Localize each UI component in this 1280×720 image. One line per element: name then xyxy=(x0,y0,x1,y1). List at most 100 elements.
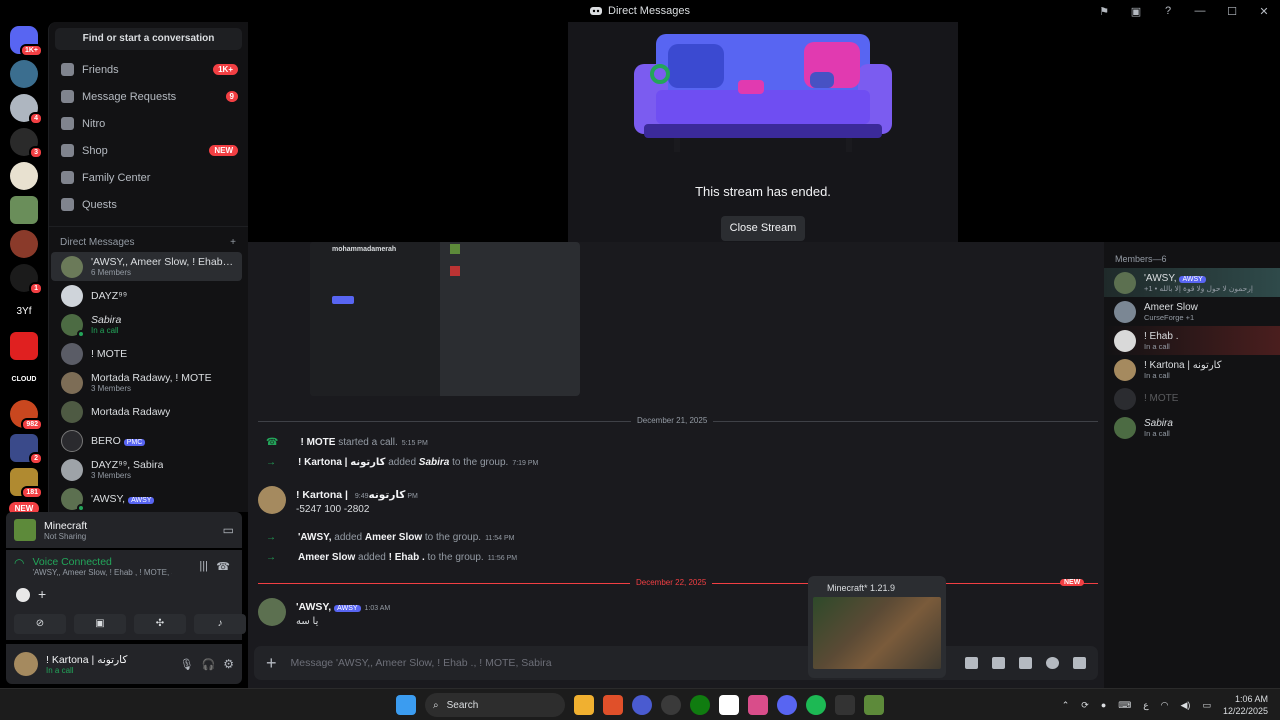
clock-time: 1:06 AM xyxy=(1234,694,1268,704)
app-icon[interactable] xyxy=(632,695,652,715)
xbox-icon[interactable] xyxy=(690,695,710,715)
dm-item[interactable]: DAYZ⁹⁹, Sabira 3 Members xyxy=(51,455,242,484)
avatar[interactable] xyxy=(14,652,38,676)
find-conversation-button[interactable]: Find or start a conversation xyxy=(55,28,242,50)
avatar[interactable] xyxy=(258,598,286,626)
new-messages-badge: NEW xyxy=(1060,579,1085,586)
maximize-button[interactable]: ☐ xyxy=(1216,5,1248,18)
screen-share-button[interactable]: ▣ xyxy=(74,614,126,634)
server-icon[interactable]: 1 xyxy=(10,264,43,295)
dm-item[interactable]: 'AWSY, AWSY xyxy=(51,484,242,512)
nav-quests[interactable]: Quests xyxy=(49,191,248,218)
inbox-flag-icon[interactable]: ⚑ xyxy=(1088,5,1120,18)
server-icon[interactable] xyxy=(10,230,38,258)
settings-gear-icon[interactable]: ⚙ xyxy=(223,657,234,671)
capcut-icon[interactable] xyxy=(719,695,739,715)
voice-connected-label: Voice Connected xyxy=(32,556,112,568)
chevron-up-icon[interactable]: ⌃ xyxy=(1062,700,1070,711)
app-icon[interactable] xyxy=(748,695,768,715)
server-icon[interactable] xyxy=(10,196,38,224)
create-dm-button[interactable]: + xyxy=(230,237,236,248)
activities-button[interactable]: ✣ xyxy=(134,614,186,634)
server-icon[interactable]: 4 xyxy=(10,94,43,125)
message-author[interactable]: 'AWSY, xyxy=(296,601,331,613)
gift-icon[interactable] xyxy=(965,657,978,669)
screen-icon[interactable]: ▣ xyxy=(1120,5,1152,18)
file-explorer-icon[interactable] xyxy=(574,695,594,715)
dm-item[interactable]: 'AWSY,, Ameer Slow, ! Ehab , ... 6 Member… xyxy=(51,252,242,281)
keyboard-icon[interactable]: ⌨ xyxy=(1118,700,1131,711)
apps-icon[interactable] xyxy=(1073,657,1086,669)
dm-item[interactable]: Mortada Radawy, ! MOTE 3 Members xyxy=(51,368,242,397)
dm-item[interactable]: BERO PMC xyxy=(51,426,242,455)
home-button[interactable]: 1K+ xyxy=(10,26,43,57)
server-icon[interactable]: 3 xyxy=(10,128,43,159)
avatar[interactable] xyxy=(258,486,286,514)
noise-suppression-icon[interactable]: ||| xyxy=(199,560,208,572)
close-stream-button[interactable]: Close Stream xyxy=(721,216,805,241)
disconnect-icon[interactable]: ☎ xyxy=(216,560,230,573)
wifi-icon[interactable]: ◠ xyxy=(1161,700,1169,711)
share-screen-icon[interactable]: ▭ xyxy=(223,523,234,537)
search-label: Search xyxy=(446,699,479,711)
embedded-screenshot[interactable]: mohammadamerah xyxy=(310,242,580,396)
gif-icon[interactable] xyxy=(992,657,1005,669)
nav-family-center[interactable]: Family Center xyxy=(49,164,248,191)
preview-thumbnail[interactable] xyxy=(813,597,941,669)
attach-plus-icon[interactable]: + xyxy=(266,653,277,674)
volume-icon[interactable]: ◀) xyxy=(1181,700,1191,711)
member-name: ! Ehab . xyxy=(1144,330,1179,342)
server-icon[interactable] xyxy=(10,60,38,88)
nav-friends[interactable]: Friends 1K+ xyxy=(49,56,248,83)
dm-item[interactable]: ! MOTE xyxy=(51,339,242,368)
app-icon[interactable] xyxy=(661,695,681,715)
server-label: 3Yf xyxy=(16,306,32,317)
nav-message-requests[interactable]: Message Requests 9 xyxy=(49,83,248,110)
windows-start-icon[interactable] xyxy=(396,695,416,715)
microphone-icon[interactable]: 🎙 xyxy=(180,658,194,671)
member-item[interactable]: ! Ehab . In a call xyxy=(1104,326,1280,355)
brave-browser-icon[interactable] xyxy=(603,695,623,715)
message-author[interactable]: ! Kartona | كارتونه xyxy=(296,489,405,501)
language-indicator[interactable]: ع xyxy=(1143,700,1148,711)
server-icon[interactable]: 982 xyxy=(10,400,43,431)
screen-share-icon: ▣ xyxy=(95,618,105,629)
server-icon[interactable]: 181 xyxy=(10,468,43,499)
arrow-right-icon: → xyxy=(266,552,276,563)
battery-icon[interactable]: ▭ xyxy=(1202,700,1211,711)
server-icon[interactable] xyxy=(10,332,38,360)
member-item[interactable]: ! Kartona | كارتونه In a call xyxy=(1104,355,1280,384)
close-window-button[interactable]: ✕ xyxy=(1248,5,1280,18)
discord-taskbar-icon[interactable] xyxy=(777,695,797,715)
epic-games-icon[interactable] xyxy=(835,695,855,715)
dm-item[interactable]: Sabira In a call xyxy=(51,310,242,339)
member-item[interactable]: Ameer Slow CurseForge +1 xyxy=(1104,297,1280,326)
sync-icon[interactable]: ⟳ xyxy=(1081,700,1089,711)
member-item[interactable]: Sabira In a call xyxy=(1104,413,1280,442)
sticker-icon[interactable] xyxy=(1019,657,1032,669)
headphones-icon[interactable]: 🎧 xyxy=(202,658,216,671)
nav-nitro[interactable]: Nitro xyxy=(49,110,248,137)
dm-item[interactable]: DAYZ⁹⁹ xyxy=(51,281,242,310)
add-icon[interactable]: + xyxy=(38,586,46,602)
server-icon[interactable]: CLOUD xyxy=(10,366,38,394)
server-icon[interactable]: 2 xyxy=(10,434,43,465)
system-clock[interactable]: 1:06 AM 12/22/2025 xyxy=(1223,693,1268,717)
microphone-tray-icon[interactable]: ● xyxy=(1101,700,1106,710)
taskbar-search[interactable]: ⌕ Search xyxy=(425,693,565,717)
spotify-icon[interactable] xyxy=(806,695,826,715)
help-icon[interactable]: ? xyxy=(1152,5,1184,17)
minimize-button[interactable]: — xyxy=(1184,5,1216,17)
nav-shop[interactable]: Shop NEW xyxy=(49,137,248,164)
emoji-icon[interactable] xyxy=(1046,657,1059,669)
member-item[interactable]: 'AWSY, AWSY +1 • إرحمون لا حول ولا قوة إلا… xyxy=(1104,268,1280,297)
dm-item[interactable]: Mortada Radawy xyxy=(51,397,242,426)
message-body: يا سه xyxy=(296,616,319,627)
server-icon[interactable] xyxy=(10,162,38,190)
camera-button[interactable]: ⊘ xyxy=(14,614,66,634)
member-item[interactable]: ! MOTE xyxy=(1104,384,1280,413)
minecraft-taskbar-icon[interactable] xyxy=(864,695,884,715)
soundboard-button[interactable]: ♪ xyxy=(194,614,246,634)
taskbar-preview[interactable]: Minecraft* 1.21.9 xyxy=(808,576,946,678)
server-icon[interactable]: 3Yf xyxy=(10,298,38,326)
